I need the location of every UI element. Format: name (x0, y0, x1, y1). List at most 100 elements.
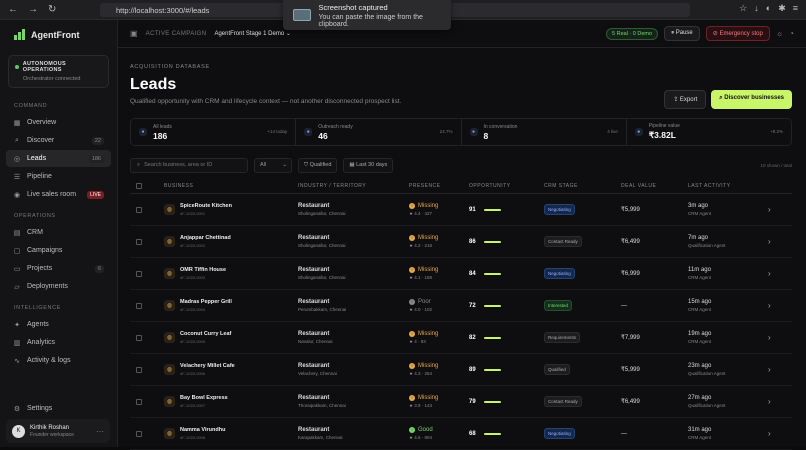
table-row[interactable]: ◍ Coconut Curry Leaf #F-1025-0005 Restau… (130, 322, 792, 354)
activity-agent: CRM Agent (688, 275, 712, 280)
rating: ★ 4.6 · 804 (409, 434, 433, 440)
activity-time: 31m ago (688, 427, 712, 433)
presence-icon: ! (409, 298, 415, 305)
sidebar-item-live-sales-room[interactable]: ◉ Live sales room LIVE (6, 186, 111, 203)
bookmark-star-icon[interactable]: ☆ (739, 3, 747, 14)
row-checkbox[interactable] (136, 302, 142, 309)
table-row[interactable]: ◍ Velachery Millet Cafe #F-1025-0006 Res… (130, 354, 792, 386)
extensions-icon[interactable]: ✱ (778, 3, 786, 14)
select-all-checkbox[interactable] (136, 183, 142, 189)
sidebar-item-crm[interactable]: ▤ CRM (6, 224, 111, 241)
territory: Sholinganallur, Chennai (298, 211, 346, 216)
business-logo-icon: ◍ (164, 428, 175, 439)
table-row[interactable]: ◍ Namma Virundhu #F-1025-0008 Restaurant… (130, 418, 792, 450)
brand[interactable]: AgentFront (0, 20, 117, 49)
sidebar-item-discover[interactable]: ⌕ Discover 22 (6, 132, 111, 149)
forward-icon[interactable]: → (28, 4, 38, 15)
search-input[interactable]: ⌕ Search business, area or ID (130, 157, 248, 173)
search-icon: ⌕ (719, 95, 723, 101)
export-button[interactable]: ⇪ Export (664, 90, 707, 109)
row-checkbox[interactable] (136, 206, 142, 213)
column-opportunity[interactable]: OPPORTUNITY (469, 183, 544, 189)
crm-stage-badge: Contact Ready (544, 396, 582, 407)
table-row[interactable]: ◍ Bay Bowl Express #F-1025-0007 Restaura… (130, 386, 792, 418)
row-checkbox[interactable] (136, 238, 142, 245)
filter-icon: ⛉ (304, 161, 309, 168)
score-bar (484, 400, 501, 403)
row-checkbox[interactable] (136, 430, 142, 437)
industry: Restaurant (298, 331, 330, 337)
industry: Restaurant (298, 299, 330, 305)
industry: Restaurant (298, 427, 330, 433)
row-checkbox[interactable] (136, 398, 142, 405)
campaign-selector[interactable]: AgentFront Stage 1 Demo ⌄ (214, 30, 290, 37)
emergency-stop-button[interactable]: ⊘ Emergency stop (705, 26, 770, 41)
stat-icon: ● (634, 128, 643, 136)
sidebar-item-agents[interactable]: ✦ Agents (6, 316, 111, 333)
opportunity-score: 72 (469, 302, 476, 309)
column-presence[interactable]: PRESENCE (409, 183, 469, 189)
user-profile[interactable]: K Kirthik Roshan Founder workspace ··· (6, 419, 110, 443)
discover-businesses-button[interactable]: ⌕ Discover businesses (711, 90, 792, 109)
chevron-right-icon[interactable]: › (768, 429, 784, 438)
table-row[interactable]: ◍ Anjappar Chettinad #F-1025-0002 Restau… (130, 226, 792, 258)
chevron-right-icon[interactable]: › (768, 365, 784, 374)
activity-agent: CRM Agent (688, 339, 712, 344)
rating: ★ 4.1 · 188 (409, 274, 433, 280)
table-row[interactable]: ◍ OMR Tiffin House #F-1025-0003 Restaura… (130, 258, 792, 290)
reload-icon[interactable]: ↻ (48, 4, 56, 15)
presence-status: Missing (418, 394, 439, 401)
sidebar-item-settings[interactable]: ⚙ Settings (6, 400, 110, 417)
menu-icon[interactable]: ≡ (793, 3, 798, 14)
chevron-right-icon[interactable]: › (768, 301, 784, 310)
stat-icon: ● (304, 128, 313, 136)
business-logo-icon: ◍ (164, 364, 175, 375)
table-row[interactable]: ◍ Madras Pepper Grill #F-1025-0004 Resta… (130, 290, 792, 322)
row-checkbox[interactable] (136, 334, 142, 341)
section-command: COMMAND (14, 103, 48, 109)
pause-button[interactable]: ⏸ Pause (664, 26, 700, 41)
column-crm-stage[interactable]: CRM STAGE (544, 183, 621, 189)
row-checkbox[interactable] (136, 366, 142, 373)
qualified-filter[interactable]: ⛉ Qualified (298, 157, 338, 173)
notification-icon[interactable]: ◔ (789, 29, 794, 38)
download-icon[interactable]: ↓ (754, 3, 759, 14)
activity-agent: CRM Agent (688, 307, 712, 312)
campaign-label: ACTIVE CAMPAIGN (145, 30, 207, 37)
column-industry[interactable]: INDUSTRY / TERRITORY (298, 183, 409, 189)
column-last-activity[interactable]: LAST ACTIVITY (688, 183, 768, 189)
sidebar-toggle-icon[interactable]: ▣ (130, 29, 138, 38)
sidebar-item-leads[interactable]: ◎ Leads 186 (6, 150, 111, 167)
sidebar-item-overview[interactable]: ▦ Overview (6, 114, 111, 131)
date-filter[interactable]: ▦ Last 30 days (343, 157, 394, 173)
sidebar-item-pipeline[interactable]: ☰ Pipeline (6, 168, 111, 185)
row-checkbox[interactable] (136, 270, 142, 277)
database-icon: ▤ (13, 229, 21, 237)
table-row[interactable]: ◍ SpiceRoute Kitchen #F-1025-0001 Restau… (130, 194, 792, 226)
chevron-right-icon[interactable]: › (768, 397, 784, 406)
more-icon[interactable]: ··· (96, 427, 104, 436)
column-business[interactable]: BUSINESS (164, 183, 298, 189)
table-header: BUSINESS INDUSTRY / TERRITORY PRESENCE O… (130, 179, 792, 194)
sidebar-item-activity[interactable]: ∿ Activity & logs (6, 352, 111, 369)
territory: Velachery, Chennai (298, 371, 337, 376)
status-select[interactable]: All ⌄ (254, 157, 292, 173)
sidebar-item-projects[interactable]: ▭ Projects 6 (6, 260, 111, 277)
activity-icon: ∿ (14, 357, 20, 365)
sidebar-item-analytics[interactable]: ▥ Analytics (6, 334, 111, 351)
chevron-right-icon[interactable]: › (768, 333, 784, 342)
column-deal-value[interactable]: DEAL VALUE (621, 183, 688, 189)
chevron-right-icon[interactable]: › (768, 269, 784, 278)
sidebar-item-deployments[interactable]: ▱ Deployments (6, 278, 111, 295)
presence-status: Poor (418, 298, 431, 305)
account-icon[interactable]: ◐ (766, 3, 771, 14)
crm-stage-badge: Requirements (544, 332, 581, 343)
sidebar-item-campaigns[interactable]: ▢ Campaigns (6, 242, 111, 259)
chevron-right-icon[interactable]: › (768, 237, 784, 246)
deal-value: ₹5,999 (621, 367, 640, 373)
theme-icon[interactable]: ☼ (776, 29, 783, 38)
back-icon[interactable]: ← (8, 4, 18, 15)
opportunity-score: 86 (469, 238, 476, 245)
chevron-right-icon[interactable]: › (768, 205, 784, 214)
score-bar (484, 368, 501, 371)
